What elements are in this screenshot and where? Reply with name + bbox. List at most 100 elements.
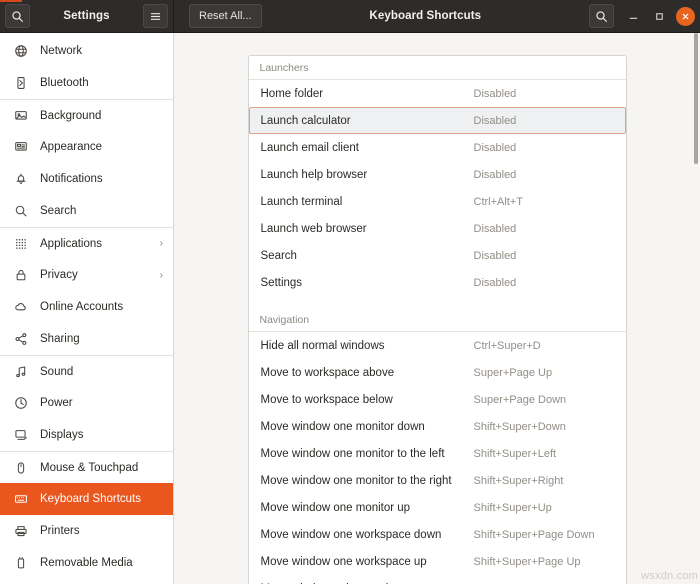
sidebar-item-label: Keyboard Shortcuts	[40, 493, 163, 505]
sidebar-item-keyboard-shortcuts[interactable]: Keyboard Shortcuts	[0, 483, 173, 515]
cloud-icon	[12, 300, 29, 314]
shortcut-name: Move window one monitor down	[261, 421, 474, 433]
shortcut-name: Move to workspace below	[261, 394, 474, 406]
shortcut-accelerator: Disabled	[474, 277, 614, 289]
printer-icon	[12, 524, 29, 538]
shortcut-accelerator: Super+Page Up	[474, 367, 614, 379]
search-icon[interactable]	[5, 4, 30, 28]
window-controls	[624, 7, 695, 26]
sidebar-item-appearance[interactable]: Appearance	[0, 131, 173, 163]
shortcut-row-selected[interactable]: Launch calculatorDisabled	[249, 107, 626, 134]
shortcut-accelerator: Disabled	[474, 88, 614, 100]
sidebar-item-label: Online Accounts	[40, 301, 163, 313]
background-icon	[12, 109, 29, 123]
sidebar-item-label: Privacy	[40, 269, 160, 281]
sidebar-item-notifications[interactable]: Notifications	[0, 163, 173, 195]
sidebar-item-label: Notifications	[40, 173, 163, 185]
shortcut-row[interactable]: Move window to last workspaceShift+Super…	[249, 575, 626, 584]
shortcut-accelerator: Super+Page Down	[474, 394, 614, 406]
shortcut-name: Launch calculator	[261, 115, 474, 127]
minimize-icon[interactable]	[624, 7, 643, 26]
shortcuts-list: LaunchersHome folderDisabledLaunch calcu…	[248, 55, 627, 584]
shortcut-row[interactable]: Move window one workspace downShift+Supe…	[249, 521, 626, 548]
sidebar-item-mouse-touchpad[interactable]: Mouse & Touchpad	[0, 451, 173, 483]
shortcut-row[interactable]: Launch help browserDisabled	[249, 161, 626, 188]
sidebar-item-label: Sound	[40, 366, 163, 378]
hamburger-menu-icon[interactable]	[143, 4, 168, 28]
sidebar-item-sharing[interactable]: Sharing	[0, 323, 173, 355]
shortcut-accelerator: Shift+Super+Up	[474, 502, 614, 514]
shortcut-row[interactable]: SettingsDisabled	[249, 269, 626, 296]
display-icon	[12, 428, 29, 442]
sidebar-item-sound[interactable]: Sound	[0, 355, 173, 387]
shortcut-row[interactable]: Move window one workspace upShift+Super+…	[249, 548, 626, 575]
sidebar-item-label: Printers	[40, 525, 163, 537]
shortcut-name: Move window one workspace down	[261, 529, 474, 541]
sidebar-item-privacy[interactable]: Privacy›	[0, 259, 173, 291]
shortcut-name: Move window one monitor to the right	[261, 475, 474, 487]
close-icon[interactable]	[676, 7, 695, 26]
vertical-scrollbar[interactable]	[694, 33, 698, 164]
shortcut-row[interactable]: Launch email clientDisabled	[249, 134, 626, 161]
shortcut-accelerator: Disabled	[474, 115, 614, 127]
sidebar-item-removable-media[interactable]: Removable Media	[0, 547, 173, 579]
shortcut-accelerator: Disabled	[474, 223, 614, 235]
shortcut-name: Move window one monitor up	[261, 502, 474, 514]
shortcut-name: Move to workspace above	[261, 367, 474, 379]
shortcuts-search-icon[interactable]	[589, 4, 614, 28]
shortcut-name: Move window one workspace up	[261, 556, 474, 568]
sidebar-item-label: Sharing	[40, 333, 163, 345]
shortcut-accelerator: Shift+Super+Right	[474, 475, 614, 487]
sidebar-item-power[interactable]: Power	[0, 387, 173, 419]
sidebar-item-background[interactable]: Background	[0, 99, 173, 131]
music-note-icon	[12, 365, 29, 379]
shortcut-row[interactable]: Move to workspace belowSuper+Page Down	[249, 386, 626, 413]
shortcut-row[interactable]: Move window one monitor to the rightShif…	[249, 467, 626, 494]
maximize-icon[interactable]	[650, 7, 669, 26]
shortcut-row[interactable]: Move window one monitor upShift+Super+Up	[249, 494, 626, 521]
shortcut-row[interactable]: Launch web browserDisabled	[249, 215, 626, 242]
sidebar-item-applications[interactable]: Applications›	[0, 227, 173, 259]
chevron-right-icon: ›	[160, 270, 163, 281]
shortcut-accelerator: Disabled	[474, 142, 614, 154]
mouse-icon	[12, 461, 29, 475]
removable-media-icon	[12, 556, 29, 570]
page-title: Keyboard Shortcuts	[262, 10, 589, 22]
shortcut-row[interactable]: Move window one monitor downShift+Super+…	[249, 413, 626, 440]
keyboard-shortcuts-panel: LaunchersHome folderDisabledLaunch calcu…	[174, 33, 700, 584]
shortcut-name: Launch terminal	[261, 196, 474, 208]
shortcut-name: Hide all normal windows	[261, 340, 474, 352]
sidebar-item-label: Power	[40, 397, 163, 409]
bell-icon	[12, 172, 29, 186]
shortcut-row[interactable]: Launch terminalCtrl+Alt+T	[249, 188, 626, 215]
bluetooth-icon	[12, 76, 29, 90]
shortcut-name: Home folder	[261, 88, 474, 100]
shortcut-name: Search	[261, 250, 474, 262]
shortcut-accelerator: Shift+Super+Page Up	[474, 556, 614, 568]
header-left-pane: Settings	[0, 0, 174, 32]
power-icon	[12, 396, 29, 410]
shortcut-row[interactable]: SearchDisabled	[249, 242, 626, 269]
sidebar-item-network[interactable]: Network	[0, 35, 173, 67]
shortcut-row[interactable]: Move to workspace aboveSuper+Page Up	[249, 359, 626, 386]
sidebar-item-label: Removable Media	[40, 557, 163, 569]
settings-title: Settings	[30, 10, 143, 22]
sidebar-item-online-accounts[interactable]: Online Accounts	[0, 291, 173, 323]
shortcut-accelerator: Ctrl+Alt+T	[474, 196, 614, 208]
sidebar-item-label: Search	[40, 205, 163, 217]
globe-icon	[12, 44, 29, 58]
shortcut-row[interactable]: Move window one monitor to the leftShift…	[249, 440, 626, 467]
sidebar-item-label: Displays	[40, 429, 163, 441]
sidebar-item-label: Appearance	[40, 141, 163, 153]
sidebar-item-printers[interactable]: Printers	[0, 515, 173, 547]
sidebar-item-label: Network	[40, 45, 163, 57]
sidebar-item-search[interactable]: Search	[0, 195, 173, 227]
shortcut-row[interactable]: Home folderDisabled	[249, 80, 626, 107]
header-bar: Settings Reset All... Keyboard Shortcuts	[0, 0, 700, 33]
reset-all-button[interactable]: Reset All...	[189, 4, 262, 28]
sidebar-item-label: Mouse & Touchpad	[40, 462, 163, 474]
sidebar-item-displays[interactable]: Displays	[0, 419, 173, 451]
sidebar-item-bluetooth[interactable]: Bluetooth	[0, 67, 173, 99]
window-body: Network BluetoothBackground Appearance Noti…	[0, 33, 700, 584]
shortcut-row[interactable]: Hide all normal windowsCtrl+Super+D	[249, 332, 626, 359]
